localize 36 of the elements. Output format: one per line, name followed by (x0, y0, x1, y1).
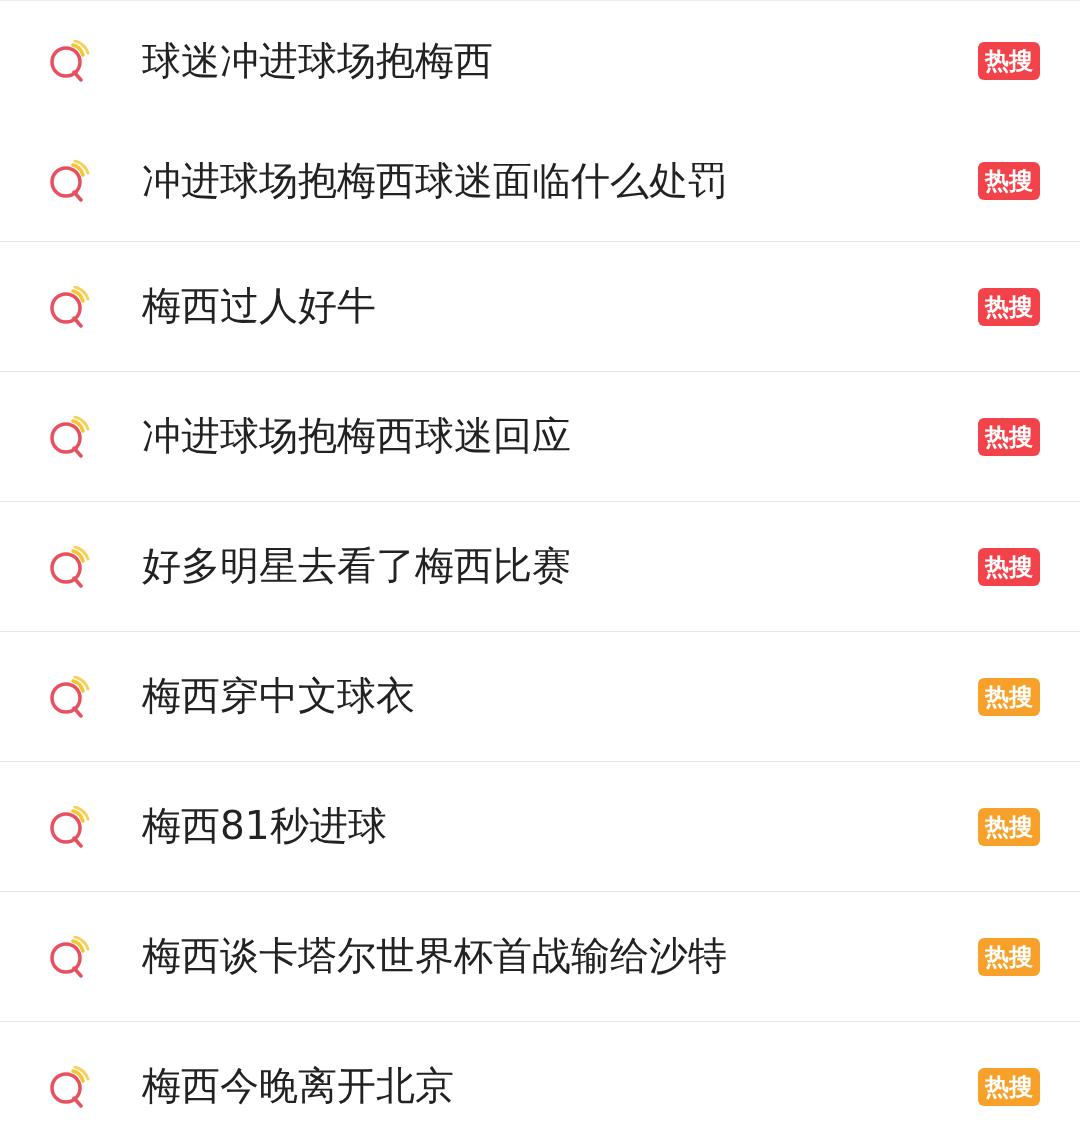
search-suggestion[interactable]: 球迷冲进球场抱梅西 热搜 (0, 1, 1080, 121)
search-suggestion[interactable]: 梅西今晚离开北京 热搜 (0, 1021, 1080, 1140)
search-icon (48, 285, 90, 328)
hot-badge: 热搜 (978, 547, 1040, 586)
hot-badge: 热搜 (978, 1067, 1040, 1106)
search-icon (48, 545, 90, 588)
search-icon (48, 805, 90, 848)
suggestion-text: 梅西今晚离开北京 (142, 1062, 455, 1111)
suggestion-text: 梅西过人好牛 (142, 282, 377, 331)
search-icon (48, 935, 90, 978)
hot-badge: 热搜 (978, 42, 1040, 80)
search-icon (48, 415, 90, 458)
search-icon (48, 160, 90, 202)
search-icon (48, 675, 90, 718)
hot-badge: 热搜 (978, 807, 1040, 846)
hot-badge: 热搜 (978, 287, 1040, 326)
search-suggestion[interactable]: 冲进球场抱梅西球迷面临什么处罚 热搜 (0, 121, 1080, 241)
search-suggestion[interactable]: 梅西过人好牛 热搜 (0, 241, 1080, 371)
hot-badge: 热搜 (978, 417, 1040, 456)
search-suggestion[interactable]: 梅西穿中文球衣 热搜 (0, 631, 1080, 761)
hot-badge: 热搜 (978, 677, 1040, 716)
hot-badge: 热搜 (978, 162, 1040, 200)
hot-badge: 热搜 (978, 937, 1040, 976)
search-suggestion[interactable]: 梅西81秒进球 热搜 (0, 761, 1080, 891)
search-icon (48, 40, 90, 82)
search-suggestion[interactable]: 梅西谈卡塔尔世界杯首战输给沙特 热搜 (0, 891, 1080, 1021)
suggestion-text: 球迷冲进球场抱梅西 (142, 36, 494, 85)
search-icon (48, 1065, 90, 1108)
suggestion-text: 梅西穿中文球衣 (142, 672, 416, 721)
suggestion-text: 梅西81秒进球 (142, 802, 388, 851)
suggestion-text: 好多明星去看了梅西比赛 (142, 542, 572, 591)
suggestion-text: 冲进球场抱梅西球迷面临什么处罚 (142, 156, 728, 205)
search-suggestion[interactable]: 好多明星去看了梅西比赛 热搜 (0, 501, 1080, 631)
suggestion-text: 梅西谈卡塔尔世界杯首战输给沙特 (142, 932, 728, 981)
suggestion-text: 冲进球场抱梅西球迷回应 (142, 412, 572, 461)
search-suggestion[interactable]: 冲进球场抱梅西球迷回应 热搜 (0, 371, 1080, 501)
